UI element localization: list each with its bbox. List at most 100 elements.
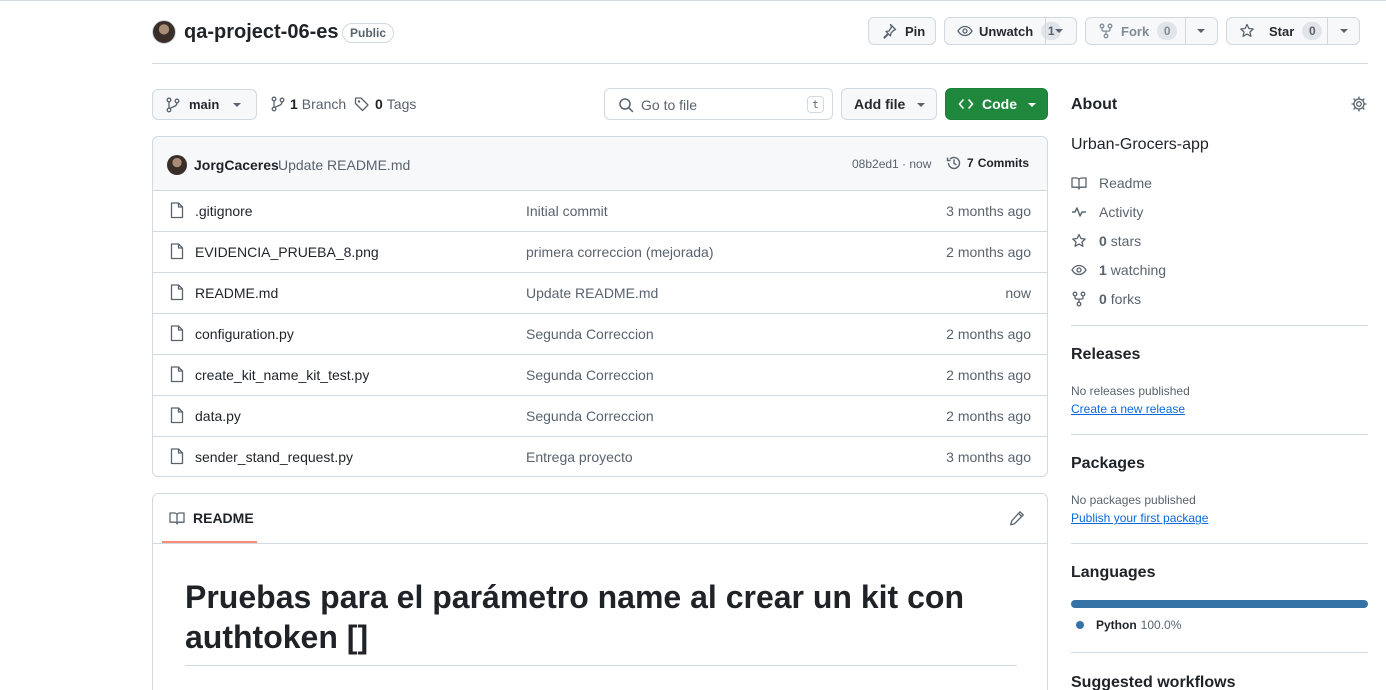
file-icon — [170, 325, 184, 342]
file-commit-date: 2 months ago — [946, 326, 1031, 342]
code-button[interactable]: Code — [945, 88, 1048, 120]
file-row[interactable]: sender_stand_request.py Entrega proyecto 3… — [153, 436, 1047, 476]
file-row[interactable]: data.py Segunda Correccion 2 months ago — [153, 395, 1047, 436]
latest-commit-row: JorgCaceres Update README.md 08b2ed1 · n… — [153, 137, 1047, 190]
packages-title[interactable]: Packages — [1071, 455, 1145, 473]
file-commit-message[interactable]: Segunda Correccion — [526, 408, 654, 424]
branches-link[interactable]: 1 Branch — [271, 96, 346, 112]
star-label: Star — [1269, 23, 1295, 39]
owner-avatar[interactable] — [152, 20, 176, 44]
file-commit-date: 2 months ago — [946, 408, 1031, 424]
repo-description: Urban-Grocers-app — [1071, 136, 1209, 153]
star-count: 0 — [1302, 22, 1323, 40]
file-row[interactable]: configuration.py Segunda Correccion 2 mont… — [153, 313, 1047, 354]
language-bar-python — [1071, 600, 1368, 608]
file-commit-message[interactable]: Entrega proyecto — [526, 449, 633, 465]
gear-icon[interactable] — [1351, 96, 1367, 112]
file-row[interactable]: create_kit_name_kit_test.py Segunda Corre… — [153, 354, 1047, 395]
file-commit-message[interactable]: Initial commit — [526, 203, 608, 219]
branch-icon — [271, 96, 285, 112]
pin-icon — [881, 23, 897, 39]
file-name[interactable]: create_kit_name_kit_test.py — [195, 367, 369, 383]
unwatch-button[interactable]: Unwatch 1 — [944, 17, 1077, 45]
watching-label: watching — [1110, 262, 1167, 278]
chevron-down-icon — [1027, 102, 1037, 108]
publish-package-link[interactable]: Publish your first package — [1071, 511, 1208, 525]
forks-link[interactable]: 0 forks — [1071, 289, 1141, 309]
file-icon — [170, 407, 184, 424]
branch-selector[interactable]: main — [152, 89, 257, 120]
commit-sha-time[interactable]: 08b2ed1 · now — [852, 157, 931, 171]
language-name: Python — [1096, 618, 1137, 632]
chevron-down-icon[interactable] — [1196, 28, 1206, 34]
eye-icon — [1071, 262, 1099, 278]
top-border — [0, 0, 1386, 1]
readme-heading: Pruebas para el parámetro name al crear … — [185, 577, 1025, 657]
go-to-file-input[interactable]: Go to file t — [604, 88, 833, 120]
fork-button[interactable]: Fork 0 — [1085, 17, 1218, 45]
packages-empty: No packages published — [1071, 493, 1196, 507]
branch-name: main — [189, 97, 220, 112]
readme-heading-line1: Pruebas para el parámetro name al crear … — [185, 579, 964, 615]
commits-count: 7 — [967, 156, 974, 170]
unwatch-label: Unwatch — [979, 23, 1034, 39]
language-bar — [1071, 600, 1368, 608]
file-commit-date: 2 months ago — [946, 244, 1031, 260]
language-item-python[interactable]: Python 100.0% — [1076, 618, 1181, 632]
file-name[interactable]: sender_stand_request.py — [195, 449, 353, 465]
branch-icon — [166, 97, 180, 113]
commit-author[interactable]: JorgCaceres — [194, 157, 279, 173]
tag-icon — [354, 96, 370, 112]
file-name[interactable]: data.py — [195, 408, 241, 424]
code-label: Code — [982, 96, 1017, 112]
history-icon — [946, 155, 962, 171]
pin-button[interactable]: Pin — [868, 17, 936, 45]
file-name[interactable]: README.md — [195, 285, 278, 301]
file-name[interactable]: .gitignore — [195, 203, 253, 219]
stars-link[interactable]: 0 stars — [1071, 231, 1141, 251]
readme-tab[interactable]: README — [162, 494, 257, 543]
file-commit-message[interactable]: Update README.md — [526, 285, 658, 301]
create-release-link[interactable]: Create a new release — [1071, 402, 1185, 416]
search-placeholder: Go to file — [641, 97, 698, 113]
add-file-button[interactable]: Add file — [841, 88, 937, 120]
activity-link[interactable]: Activity — [1071, 202, 1143, 222]
file-row[interactable]: README.md Update README.md now — [153, 272, 1047, 313]
watching-link[interactable]: 1 watching — [1071, 260, 1166, 280]
file-commit-message[interactable]: Segunda Correccion — [526, 367, 654, 383]
star-button[interactable]: Star 0 — [1226, 17, 1360, 45]
author-avatar[interactable] — [167, 155, 187, 175]
file-commit-message[interactable]: primera correccion (mejorada) — [526, 244, 714, 260]
tag-label: Tags — [386, 96, 417, 112]
file-row[interactable]: EVIDENCIA_PRUEBA_8.png primera correccion… — [153, 231, 1047, 272]
file-name[interactable]: configuration.py — [195, 326, 294, 342]
book-icon — [169, 510, 185, 526]
tags-link[interactable]: 0 Tags — [354, 96, 416, 112]
stars-count: 0 — [1099, 233, 1107, 249]
sidebar-separator — [1071, 652, 1368, 653]
file-icon — [170, 366, 184, 383]
fork-count: 0 — [1157, 22, 1178, 40]
edit-pencil-icon[interactable] — [1009, 510, 1025, 526]
readme-tab-label: README — [193, 509, 254, 526]
file-icon — [170, 202, 184, 219]
star-icon — [1239, 23, 1255, 39]
file-row[interactable]: .gitignore Initial commit 3 months ago — [153, 190, 1047, 231]
visibility-badge: Public — [342, 23, 395, 43]
file-commit-message[interactable]: Segunda Correccion — [526, 326, 654, 342]
file-name[interactable]: EVIDENCIA_PRUEBA_8.png — [195, 244, 379, 260]
unwatch-divider — [1045, 18, 1046, 44]
chevron-down-icon[interactable] — [1339, 28, 1349, 34]
readme-box: README Pruebas para el parámetro name al… — [152, 493, 1048, 690]
star-icon — [1071, 233, 1099, 249]
readme-link[interactable]: Readme — [1071, 173, 1152, 193]
commit-message[interactable]: Update README.md — [278, 157, 410, 173]
commits-label: Commits — [977, 156, 1030, 170]
releases-title[interactable]: Releases — [1071, 346, 1140, 364]
repo-name[interactable]: qa-project-06-es — [184, 21, 339, 44]
file-commit-date: now — [1005, 285, 1031, 301]
commits-link[interactable]: 7 Commits — [946, 155, 1029, 171]
file-commit-date: 3 months ago — [946, 203, 1031, 219]
chevron-down-icon[interactable] — [1054, 28, 1064, 34]
code-icon — [958, 96, 974, 112]
